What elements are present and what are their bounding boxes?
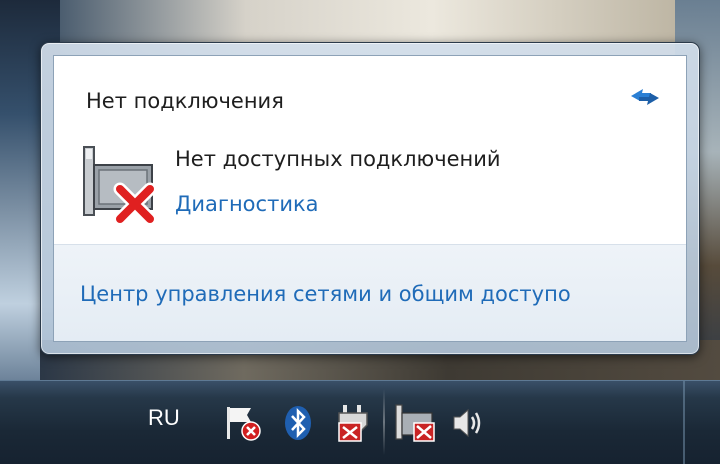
flyout-title: Нет подключения [86,89,284,113]
network-tray-icon[interactable] [394,403,436,443]
network-flyout: Нет подключения Нет доступных подключени… [40,42,700,355]
language-indicator[interactable]: RU [148,405,180,431]
power-plug-icon[interactable] [333,403,373,443]
connection-status-text: Нет доступных подключений [175,147,501,171]
flyout-main-section: Нет подключения Нет доступных подключени… [54,56,686,244]
desktop-background: Нет подключения Нет доступных подключени… [0,0,720,464]
bluetooth-icon[interactable] [282,403,314,443]
taskbar: RU [0,380,720,464]
action-center-flag-icon[interactable] [221,403,263,443]
refresh-arrows-icon [631,89,659,105]
network-disconnected-icon [80,143,158,226]
diagnostics-link[interactable]: Диагностика [175,192,319,216]
show-desktop-divider [683,381,685,464]
tray-divider [383,389,385,455]
volume-icon[interactable] [448,403,488,443]
network-sharing-center-link[interactable]: Центр управления сетями и общим доступо [80,282,670,306]
refresh-button[interactable] [625,82,665,112]
flyout-footer: Центр управления сетями и общим доступо [54,244,686,341]
flyout-panel: Нет подключения Нет доступных подключени… [53,55,687,342]
